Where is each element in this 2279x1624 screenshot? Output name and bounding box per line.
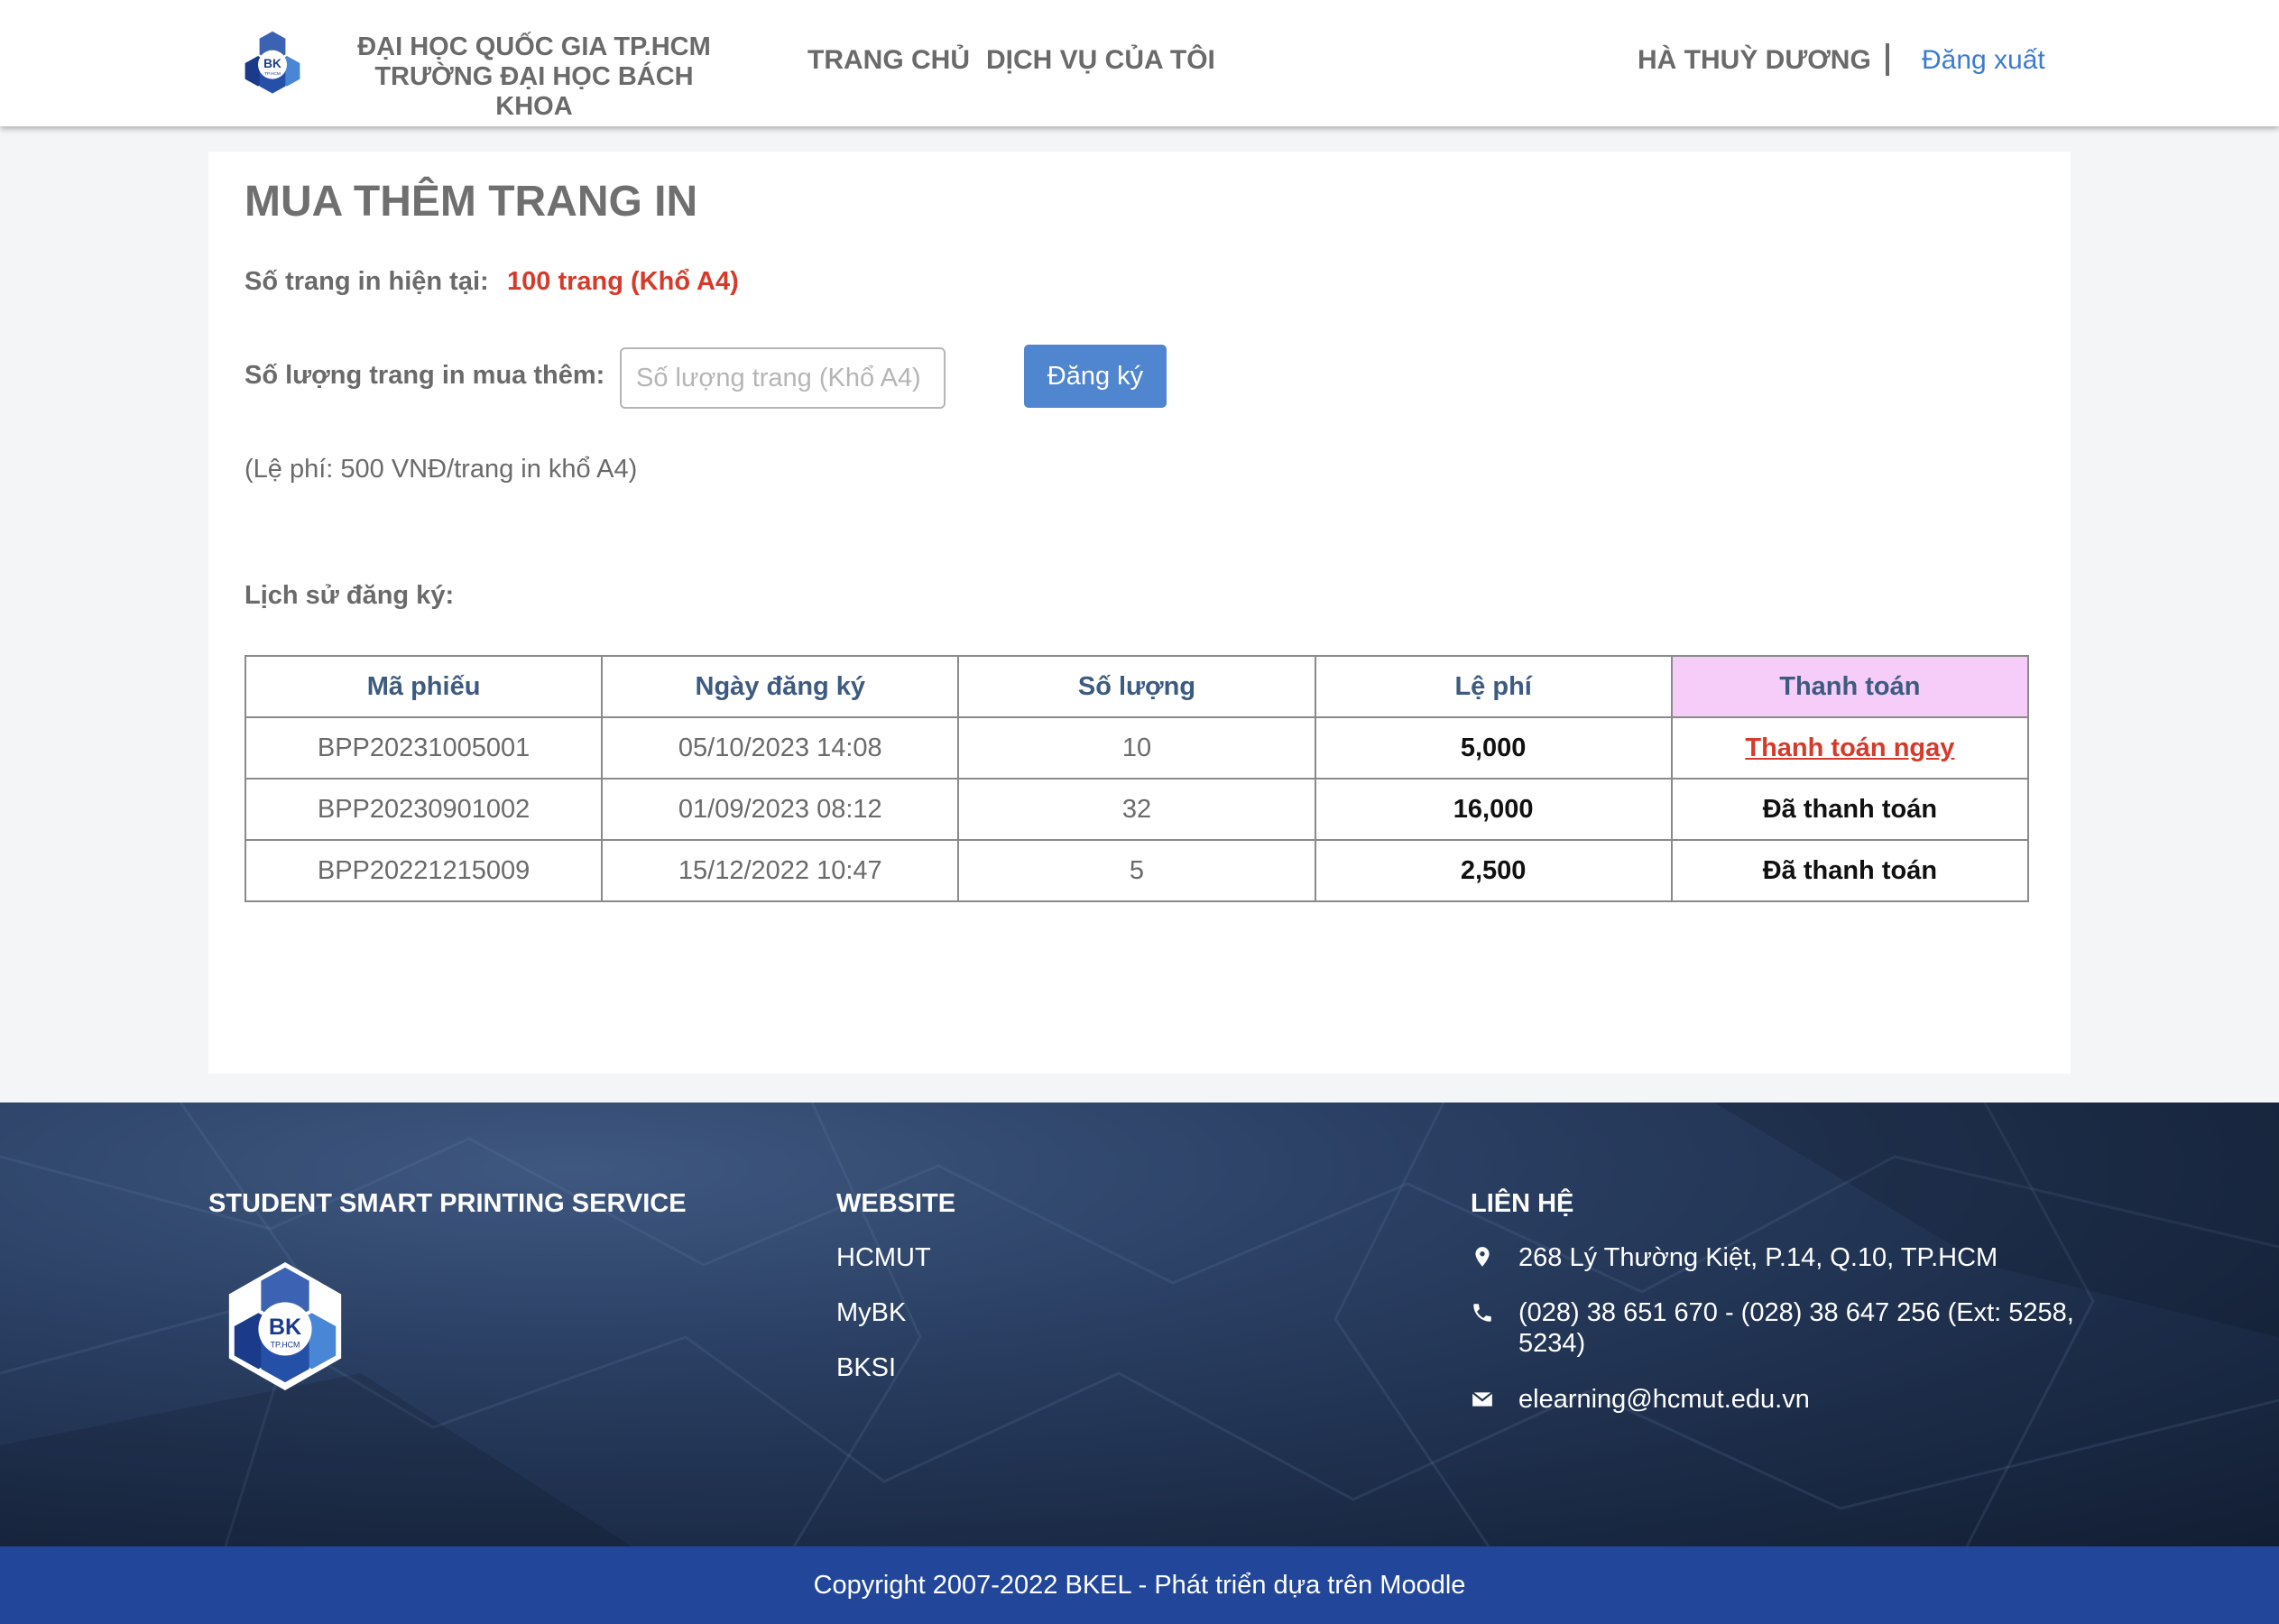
svg-text:TP.HCM: TP.HCM [271, 1341, 300, 1350]
cell-fee: 5,000 [1314, 716, 1673, 780]
nav-my-services[interactable]: DỊCH VỤ CỦA TÔI [986, 45, 1215, 76]
col-header-fee: Lệ phí [1314, 655, 1673, 718]
bk-logo-footer: BK TP.HCM [228, 1261, 342, 1391]
logout-link[interactable]: Đăng xuất [1922, 45, 2045, 76]
buy-quantity-label: Số lượng trang in mua thêm: [245, 361, 605, 390]
cell-code: BPP20221215009 [244, 839, 604, 902]
pay-now-link[interactable]: Thanh toán ngay [1745, 734, 1954, 762]
contact-address: 268 Lý Thường Kiệt, P.14, Q.10, TP.HCM [1518, 1243, 1998, 1272]
university-line-2: TRƯỜNG ĐẠI HỌC BÁCH KHOA [374, 62, 694, 121]
envelope-icon [1472, 1391, 1493, 1407]
phone-icon [1473, 1304, 1491, 1322]
cell-fee: 2,500 [1314, 839, 1673, 902]
footer-link-mybk[interactable]: MyBK [836, 1298, 906, 1328]
footer-link-hcmut[interactable]: HCMUT [836, 1243, 931, 1273]
user-name: HÀ THUỲ DƯƠNG [1638, 45, 1871, 75]
register-button[interactable]: Đăng ký [1024, 345, 1167, 408]
cell-code: BPP20230901002 [244, 778, 604, 841]
cell-fee: 16,000 [1314, 778, 1673, 841]
bk-logo[interactable]: BK TP.HCM [236, 27, 309, 99]
current-pages-label: Số trang in hiện tại: [245, 267, 489, 296]
footer-title-website: WEBSITE [836, 1189, 956, 1218]
cell-quantity: 32 [957, 778, 1316, 841]
quantity-input[interactable] [620, 347, 946, 409]
history-table: Mã phiếu Ngày đăng ký Số lượng Lệ phí Th… [244, 655, 2030, 902]
contact-phone: (028) 38 651 670 - (028) 38 647 256 (Ext… [1518, 1298, 2074, 1358]
cell-quantity: 10 [957, 716, 1316, 780]
cell-payment: Thanh toán ngay [1670, 716, 2030, 780]
table-row: BPP20230901002 01/09/2023 08:12 32 16,00… [244, 778, 2030, 841]
fee-note: (Lệ phí: 500 VNĐ/trang in khổ A4) [245, 455, 638, 484]
table-row: BPP20221215009 15/12/2022 10:47 5 2,500 … [244, 839, 2030, 902]
university-name: ĐẠI HỌC QUỐC GIA TP.HCM TRƯỜNG ĐẠI HỌC B… [336, 32, 733, 122]
col-header-date: Ngày đăng ký [601, 655, 960, 718]
purchase-card: MUA THÊM TRANG IN Số trang in hiện tại: … [208, 152, 2071, 1074]
history-label: Lịch sử đăng ký: [245, 581, 455, 610]
cell-quantity: 5 [957, 839, 1316, 902]
contact-email[interactable]: elearning@hcmut.edu.vn [1518, 1384, 2078, 1415]
table-row: BPP20231005001 05/10/2023 14:08 10 5,000… [244, 716, 2030, 780]
footer: STUDENT SMART PRINTING SERVICE BK TP.HCM… [0, 1103, 2279, 1546]
header-divider [1886, 43, 1889, 76]
svg-text:BK: BK [269, 1315, 301, 1340]
cell-date: 01/09/2023 08:12 [601, 778, 960, 841]
svg-text:TP.HCM: TP.HCM [264, 71, 281, 77]
cell-date: 15/12/2022 10:47 [601, 839, 960, 902]
copyright-bar: Copyright 2007-2022 BKEL - Phát triển dự… [0, 1546, 2279, 1624]
col-header-payment: Thanh toán [1670, 655, 2030, 718]
footer-link-bksi[interactable]: BKSI [836, 1353, 896, 1383]
nav-home[interactable]: TRANG CHỦ [807, 45, 970, 76]
university-line-1: ĐẠI HỌC QUỐC GIA TP.HCM [357, 32, 711, 61]
cell-payment-status: Đã thanh toán [1670, 839, 2030, 902]
col-header-code: Mã phiếu [244, 655, 604, 718]
svg-text:BK: BK [263, 57, 281, 70]
table-header-row: Mã phiếu Ngày đăng ký Số lượng Lệ phí Th… [244, 655, 2030, 718]
page-title: MUA THÊM TRANG IN [245, 178, 698, 226]
footer-title-contact: LIÊN HỆ [1471, 1189, 1574, 1218]
col-header-quantity: Số lượng [957, 655, 1316, 718]
top-header: BK TP.HCM ĐẠI HỌC QUỐC GIA TP.HCM TRƯỜNG… [0, 0, 2279, 126]
current-pages-value: 100 trang (Khổ A4) [507, 267, 739, 296]
cell-code: BPP20231005001 [244, 716, 604, 780]
footer-title-service: STUDENT SMART PRINTING SERVICE [208, 1189, 687, 1218]
map-pin-icon [1475, 1247, 1490, 1267]
cell-payment-status: Đã thanh toán [1670, 778, 2030, 841]
cell-date: 05/10/2023 14:08 [601, 716, 960, 780]
